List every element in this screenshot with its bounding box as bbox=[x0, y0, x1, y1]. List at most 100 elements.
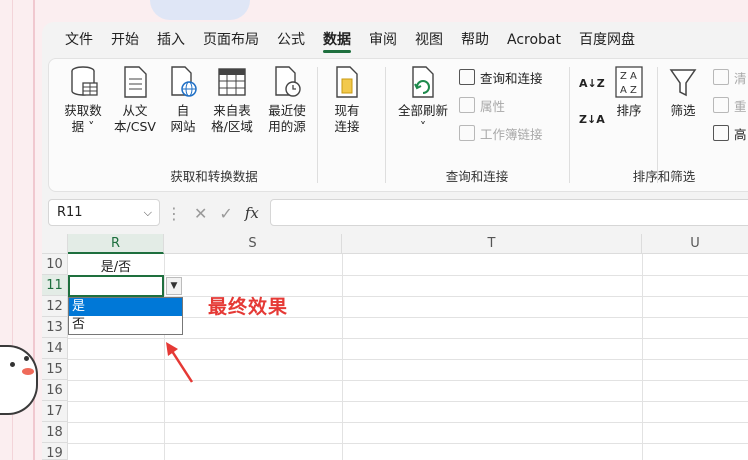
advanced-filter-icon bbox=[713, 125, 729, 141]
menu-insert[interactable]: 插入 bbox=[148, 22, 194, 58]
grid-line bbox=[68, 443, 748, 444]
button-label: 来自表 bbox=[213, 103, 251, 118]
decorative-cloud bbox=[150, 0, 250, 20]
menu-file[interactable]: 文件 bbox=[56, 22, 102, 58]
menu-acrobat[interactable]: Acrobat bbox=[498, 22, 570, 58]
clear-filter-icon bbox=[713, 69, 729, 85]
button-label: 获取数 bbox=[64, 103, 102, 118]
row-header-11[interactable]: 11 bbox=[42, 275, 68, 296]
formula-bar: R11 ⌵ ⋮ ✕ ✓ fx bbox=[48, 198, 748, 228]
connections-icon bbox=[332, 65, 362, 99]
menu-review[interactable]: 审阅 bbox=[360, 22, 406, 58]
dropdown-option-yes[interactable]: 是 bbox=[69, 298, 182, 316]
decorative-eye bbox=[10, 362, 15, 367]
menu-bar: 文件 开始 插入 页面布局 公式 数据 审阅 视图 帮助 Acrobat 百度网… bbox=[42, 22, 748, 58]
name-box[interactable]: R11 ⌵ bbox=[48, 199, 160, 226]
confirm-icon[interactable]: ✓ bbox=[219, 204, 232, 223]
group-queries-connections: 全部刷新 ˅ 查询和连接 属性 工作簿链接 查询和连接 bbox=[389, 59, 565, 191]
from-table-range-button[interactable]: 来自表 格/区域 bbox=[207, 65, 257, 135]
workbook-links-button[interactable]: 工作簿链接 bbox=[459, 123, 543, 143]
row-header-16[interactable]: 16 bbox=[42, 380, 68, 401]
sort-icon: Z A A Z bbox=[614, 65, 644, 99]
refresh-all-button[interactable]: 全部刷新 ˅ bbox=[393, 65, 453, 135]
button-label: 连接 bbox=[334, 119, 360, 134]
annotation-arrow-icon bbox=[166, 342, 194, 383]
row-header-13[interactable]: 13 bbox=[42, 317, 68, 338]
button-label: 清 bbox=[734, 70, 747, 86]
worksheet-grid[interactable]: R S T U 10 11 12 13 14 15 16 17 18 19 是/… bbox=[42, 234, 748, 460]
formula-input[interactable] bbox=[270, 199, 748, 226]
group-sort-filter: A↓Z Z↓A Z AA Z 排序 筛选 清 重 高 排序和筛选 bbox=[573, 59, 748, 191]
clear-filter-button[interactable]: 清 bbox=[713, 67, 747, 87]
row-header-17[interactable]: 17 bbox=[42, 401, 68, 422]
properties-button[interactable]: 属性 bbox=[459, 95, 505, 115]
button-label: 从文 bbox=[122, 103, 148, 118]
refresh-icon bbox=[408, 65, 438, 99]
reapply-filter-button[interactable]: 重 bbox=[713, 95, 747, 115]
dropdown-option-no[interactable]: 否 bbox=[69, 316, 182, 334]
row-header-18[interactable]: 18 bbox=[42, 422, 68, 443]
row-header-10[interactable]: 10 bbox=[42, 254, 68, 275]
grid-line bbox=[68, 422, 748, 423]
row-header-19[interactable]: 19 bbox=[42, 443, 68, 460]
sort-descending-button[interactable]: Z↓A bbox=[579, 109, 605, 129]
group-label-sort-filter: 排序和筛选 bbox=[632, 169, 696, 184]
advanced-filter-button[interactable]: 高 bbox=[713, 123, 747, 143]
database-icon bbox=[68, 65, 98, 99]
button-label: 自 bbox=[176, 103, 190, 118]
excel-window: 文件 开始 插入 页面布局 公式 数据 审阅 视图 帮助 Acrobat 百度网… bbox=[42, 22, 748, 460]
filter-button[interactable]: 筛选 bbox=[665, 65, 701, 119]
menu-formulas[interactable]: 公式 bbox=[268, 22, 314, 58]
svg-text:Z A: Z A bbox=[620, 71, 637, 82]
menu-page-layout[interactable]: 页面布局 bbox=[194, 22, 268, 58]
button-label: 现有 bbox=[334, 103, 360, 118]
grid-line bbox=[68, 401, 748, 402]
insert-function-icon[interactable]: fx bbox=[245, 204, 259, 222]
cancel-icon[interactable]: ✕ bbox=[194, 204, 207, 223]
dropdown-list: 是 否 bbox=[68, 297, 183, 335]
active-cell-r11[interactable] bbox=[68, 275, 164, 297]
from-web-button[interactable]: 自 网站 bbox=[163, 65, 203, 135]
button-label: 查询和连接 bbox=[480, 70, 543, 86]
column-header-r[interactable]: R bbox=[68, 234, 164, 254]
menu-help[interactable]: 帮助 bbox=[452, 22, 498, 58]
button-label: 筛选 bbox=[670, 103, 696, 118]
queries-connections-button[interactable]: 查询和连接 bbox=[459, 67, 543, 87]
button-label: 高 bbox=[734, 126, 747, 142]
menu-baidu-netdisk[interactable]: 百度网盘 bbox=[570, 22, 644, 58]
sort-az-icon: A↓Z bbox=[579, 76, 605, 90]
queries-icon bbox=[459, 69, 475, 85]
from-text-csv-button[interactable]: 从文 本/CSV bbox=[111, 65, 159, 135]
column-header-s[interactable]: S bbox=[164, 234, 342, 254]
chevron-down-icon[interactable]: ⌵ bbox=[144, 200, 152, 225]
recent-sources-button[interactable]: 最近使 用的源 bbox=[261, 65, 313, 135]
group-get-transform: 获取数 据 ˅ 从文 本/CSV 自 网站 来自表 格/区域 最近使 用的源 现… bbox=[49, 59, 379, 191]
dropdown-arrow-button[interactable]: ▼ bbox=[166, 277, 182, 295]
select-all-corner[interactable] bbox=[42, 234, 68, 254]
get-data-button[interactable]: 获取数 据 ˅ bbox=[59, 65, 107, 135]
column-header-t[interactable]: T bbox=[342, 234, 642, 254]
cell-r10[interactable]: 是/否 bbox=[68, 256, 164, 275]
button-label: 格/区域 bbox=[211, 119, 253, 134]
grid-line bbox=[642, 254, 643, 460]
button-label: 据 ˅ bbox=[71, 119, 95, 134]
column-header-u[interactable]: U bbox=[642, 234, 748, 254]
row-header-14[interactable]: 14 bbox=[42, 338, 68, 359]
sort-button[interactable]: Z A A Z 排序 bbox=[611, 65, 647, 119]
filter-icon bbox=[668, 65, 698, 99]
menu-home[interactable]: 开始 bbox=[102, 22, 148, 58]
button-label: 工作簿链接 bbox=[480, 126, 543, 142]
decorative-cheek bbox=[22, 368, 34, 375]
formula-buttons: ⋮ ✕ ✓ fx bbox=[166, 198, 259, 228]
existing-connections-button[interactable]: 现有 连接 bbox=[325, 65, 369, 135]
table-icon bbox=[217, 65, 247, 99]
menu-view[interactable]: 视图 bbox=[406, 22, 452, 58]
button-label: 用的源 bbox=[268, 119, 306, 134]
menu-data[interactable]: 数据 bbox=[314, 22, 360, 58]
link-icon bbox=[459, 125, 475, 141]
button-label: 排序 bbox=[616, 103, 642, 118]
row-header-15[interactable]: 15 bbox=[42, 359, 68, 380]
more-icon[interactable]: ⋮ bbox=[166, 204, 182, 223]
sort-ascending-button[interactable]: A↓Z bbox=[579, 73, 605, 93]
row-header-12[interactable]: 12 bbox=[42, 296, 68, 317]
